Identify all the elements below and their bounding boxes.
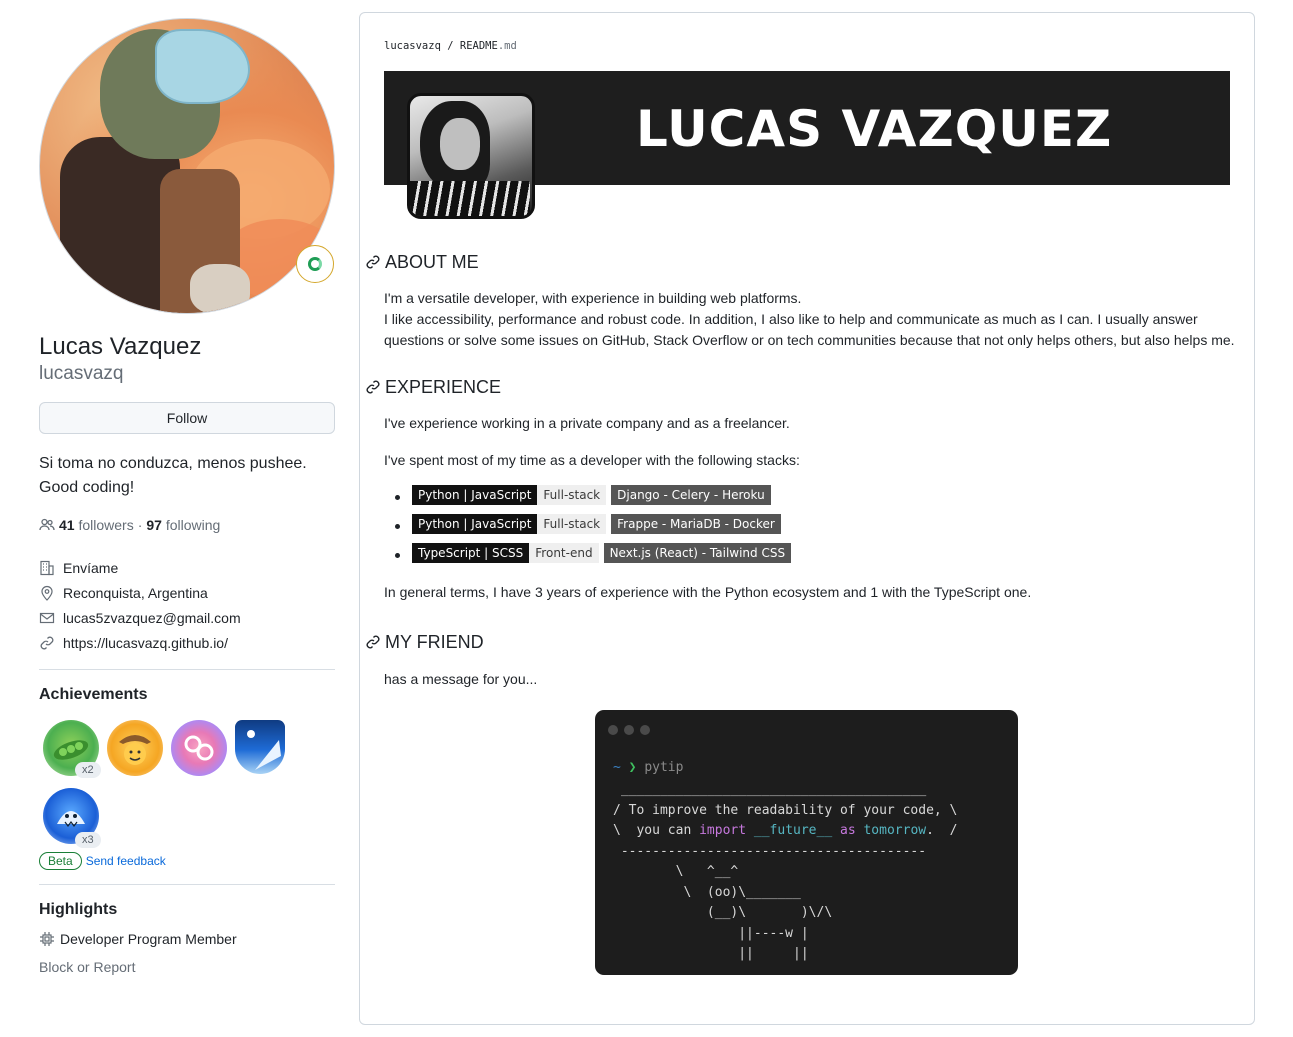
avatar[interactable]: [39, 18, 335, 314]
location-text: Reconquista, Argentina: [63, 584, 208, 601]
experience-text: I've experience working in a private com…: [384, 415, 790, 431]
banner-photo: [407, 93, 535, 219]
detail-website[interactable]: https://lucasvazq.github.io/: [39, 630, 335, 655]
followers-link[interactable]: 41 followers: [59, 517, 134, 533]
readme-path-file[interactable]: README: [460, 40, 498, 52]
stack-item: Python | JavaScript Full-stack Frappe - …: [395, 509, 1235, 538]
detail-company: Envíame: [39, 555, 335, 580]
detail-email[interactable]: lucas5zvazquez@gmail.com: [39, 605, 335, 630]
bio-line: Si toma no conduzca, menos pushee.: [39, 455, 307, 472]
section-friend: MY FRIEND has a message for you...: [365, 630, 1235, 690]
profile-full-name: Lucas Vazquez: [39, 333, 202, 360]
achievement-starstruck-badge[interactable]: [235, 720, 285, 774]
stack-tools-badge: Django - Celery - Heroku: [611, 484, 771, 505]
yolo-icon: [184, 735, 214, 761]
profile-details: Envíame Reconquista, Argentina lucas5zva…: [39, 555, 335, 655]
profile-username: lucasvazq: [39, 363, 124, 384]
profile-names: Lucas Vazquez lucasvazq: [39, 332, 335, 386]
stats-separator: ·: [137, 517, 143, 533]
people-icon: [39, 517, 55, 533]
experience-text: In general terms, I have 3 years of expe…: [384, 584, 1032, 600]
about-text: I'm a versatile developer, with experien…: [384, 290, 802, 306]
readme-path-user[interactable]: lucasvazq: [384, 40, 441, 52]
about-heading: ABOUT ME: [365, 250, 1235, 274]
highlight-text: Developer Program Member: [60, 931, 237, 947]
cpu-icon: [39, 931, 55, 947]
follow-stats: 41 followers · 97 following: [39, 517, 335, 533]
follow-button[interactable]: Follow: [39, 402, 335, 434]
website-link[interactable]: https://lucasvazq.github.io/: [63, 635, 228, 651]
banner-name: LUCAS VAZQUEZ: [636, 100, 1113, 158]
stack-tools-badge: Next.js (React) - Tailwind CSS: [603, 542, 792, 563]
terminal-window: ~ ❯ pytip ______________________________…: [595, 710, 1018, 975]
profile-sidebar: Lucas Vazquez lucasvazq Follow Si toma n…: [39, 18, 335, 975]
highlight-developer-program[interactable]: Developer Program Member: [39, 931, 335, 947]
link-icon: [39, 635, 55, 651]
readme-breadcrumb: lucasvazq / README.md: [384, 40, 517, 52]
bio-line: Good coding!: [39, 479, 135, 496]
highlights-title: Highlights: [39, 901, 118, 918]
stack-item: Python | JavaScript Full-stack Django - …: [395, 480, 1235, 509]
stack-lang-badge: TypeScript | SCSS: [412, 542, 530, 563]
block-or-report-link[interactable]: Block or Report: [39, 959, 335, 975]
stack-lang-badge: Python | JavaScript: [412, 513, 538, 534]
cowboy-icon: [119, 735, 151, 765]
stack-scope-badge: Full-stack: [537, 484, 607, 505]
beta-feedback-row: Beta Send feedback: [39, 852, 335, 870]
following-link[interactable]: 97 following: [146, 517, 220, 533]
experience-text: I've spent most of my time as a develope…: [384, 452, 800, 468]
company-text: Envíame: [63, 559, 119, 576]
about-text: I like accessibility, performance and ro…: [384, 311, 1198, 327]
stack-list: Python | JavaScript Full-stack Django - …: [365, 480, 1235, 567]
profile-bio: Si toma no conduzca, menos pushee. Good …: [39, 452, 335, 500]
stack-lang-badge: Python | JavaScript: [412, 484, 538, 505]
terminal-output: _______________________________________ /…: [613, 782, 958, 961]
status-emoji-button[interactable]: [296, 245, 334, 283]
shooting-star-icon: [247, 730, 281, 770]
status-emoji-icon: [308, 257, 322, 271]
send-feedback-link[interactable]: Send feedback: [86, 854, 166, 868]
window-dot-icon: [608, 725, 618, 735]
achievements-badges: x2 x3: [39, 718, 335, 848]
location-icon: [39, 585, 55, 601]
friend-heading: MY FRIEND: [365, 630, 1235, 654]
anchor-link-icon[interactable]: [365, 379, 381, 395]
achievement-yolo-badge[interactable]: [171, 720, 227, 776]
readme-banner: LUCAS VAZQUEZ: [384, 71, 1230, 219]
friend-text: has a message for you...: [384, 671, 538, 687]
achievements-title: Achievements: [39, 686, 148, 703]
stack-scope-badge: Full-stack: [537, 513, 607, 534]
window-dot-icon: [640, 725, 650, 735]
experience-heading: EXPERIENCE: [365, 375, 1235, 399]
beta-label: Beta: [39, 852, 82, 870]
detail-location: Reconquista, Argentina: [39, 580, 335, 605]
window-controls: [608, 725, 650, 735]
anchor-link-icon[interactable]: [365, 634, 381, 650]
window-dot-icon: [624, 725, 634, 735]
section-about: ABOUT ME I'm a versatile developer, with…: [365, 250, 1235, 351]
achievement-quickdraw-badge[interactable]: [107, 720, 163, 776]
email-link[interactable]: lucas5zvazquez@gmail.com: [63, 610, 241, 626]
divider: [39, 669, 335, 670]
avatar-container: [39, 18, 335, 314]
stack-item: TypeScript | SCSS Front-end Next.js (Rea…: [395, 538, 1235, 567]
badge-count: x3: [75, 832, 101, 848]
about-text: questions or solve some issues on GitHub…: [384, 332, 1235, 348]
readme-card: lucasvazq / README.md LUCAS VAZQUEZ ABOU…: [359, 12, 1255, 1025]
stack-scope-badge: Front-end: [529, 542, 599, 563]
badge-count: x2: [75, 762, 101, 778]
divider: [39, 884, 335, 885]
stack-tools-badge: Frappe - MariaDB - Docker: [611, 513, 781, 534]
section-experience: EXPERIENCE I've experience working in a …: [365, 375, 1235, 603]
mail-icon: [39, 610, 55, 626]
terminal-prompt: ~ ❯ pytip: [613, 760, 684, 775]
organization-icon: [39, 560, 55, 576]
anchor-link-icon[interactable]: [365, 254, 381, 270]
